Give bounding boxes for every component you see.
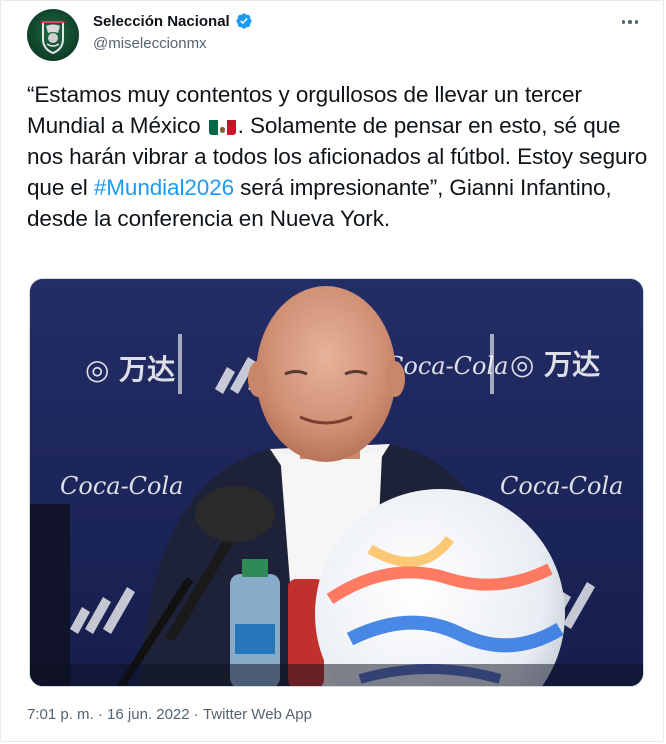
- hashtag-link[interactable]: #Mundial2026: [94, 175, 234, 200]
- tweet-date[interactable]: 16 jun. 2022: [107, 706, 190, 723]
- verified-badge-icon: [236, 13, 252, 29]
- tweet-card: Selección Nacional @miseleccionmx “Estam…: [0, 0, 664, 742]
- tweet-photo[interactable]: ◎ 万达 Coca-Cola ◎ 万达 Coca-Cola Coca-Cola: [29, 278, 644, 687]
- svg-text:Coca-Cola: Coca-Cola: [500, 472, 623, 500]
- tweet-metadata: 7:01 p. m. · 16 jun. 2022 · Twitter Web …: [27, 706, 312, 723]
- svg-text:◎ 万达: ◎ 万达: [85, 353, 175, 386]
- mexico-flag-icon: [208, 116, 236, 135]
- more-options-icon[interactable]: [617, 11, 643, 33]
- tweet-text: “Estamos muy contentos y orgullosos de l…: [27, 79, 649, 234]
- tweet-header: Selección Nacional @miseleccionmx: [27, 9, 643, 69]
- separator: ·: [189, 706, 203, 723]
- handle[interactable]: @miseleccionmx: [93, 35, 253, 52]
- tweet-source: Twitter Web App: [202, 706, 312, 723]
- press-conference-photo: ◎ 万达 Coca-Cola ◎ 万达 Coca-Cola Coca-Cola: [30, 279, 643, 686]
- mexico-national-team-crest-icon: [40, 21, 66, 55]
- display-name[interactable]: Selección Nacional: [93, 13, 230, 30]
- avatar[interactable]: [27, 9, 79, 61]
- separator: ·: [93, 706, 108, 723]
- svg-text:◎ 万达: ◎ 万达: [510, 348, 600, 381]
- svg-text:Coca-Cola: Coca-Cola: [60, 472, 183, 500]
- tweet-time[interactable]: 7:01 p. m.: [27, 706, 94, 723]
